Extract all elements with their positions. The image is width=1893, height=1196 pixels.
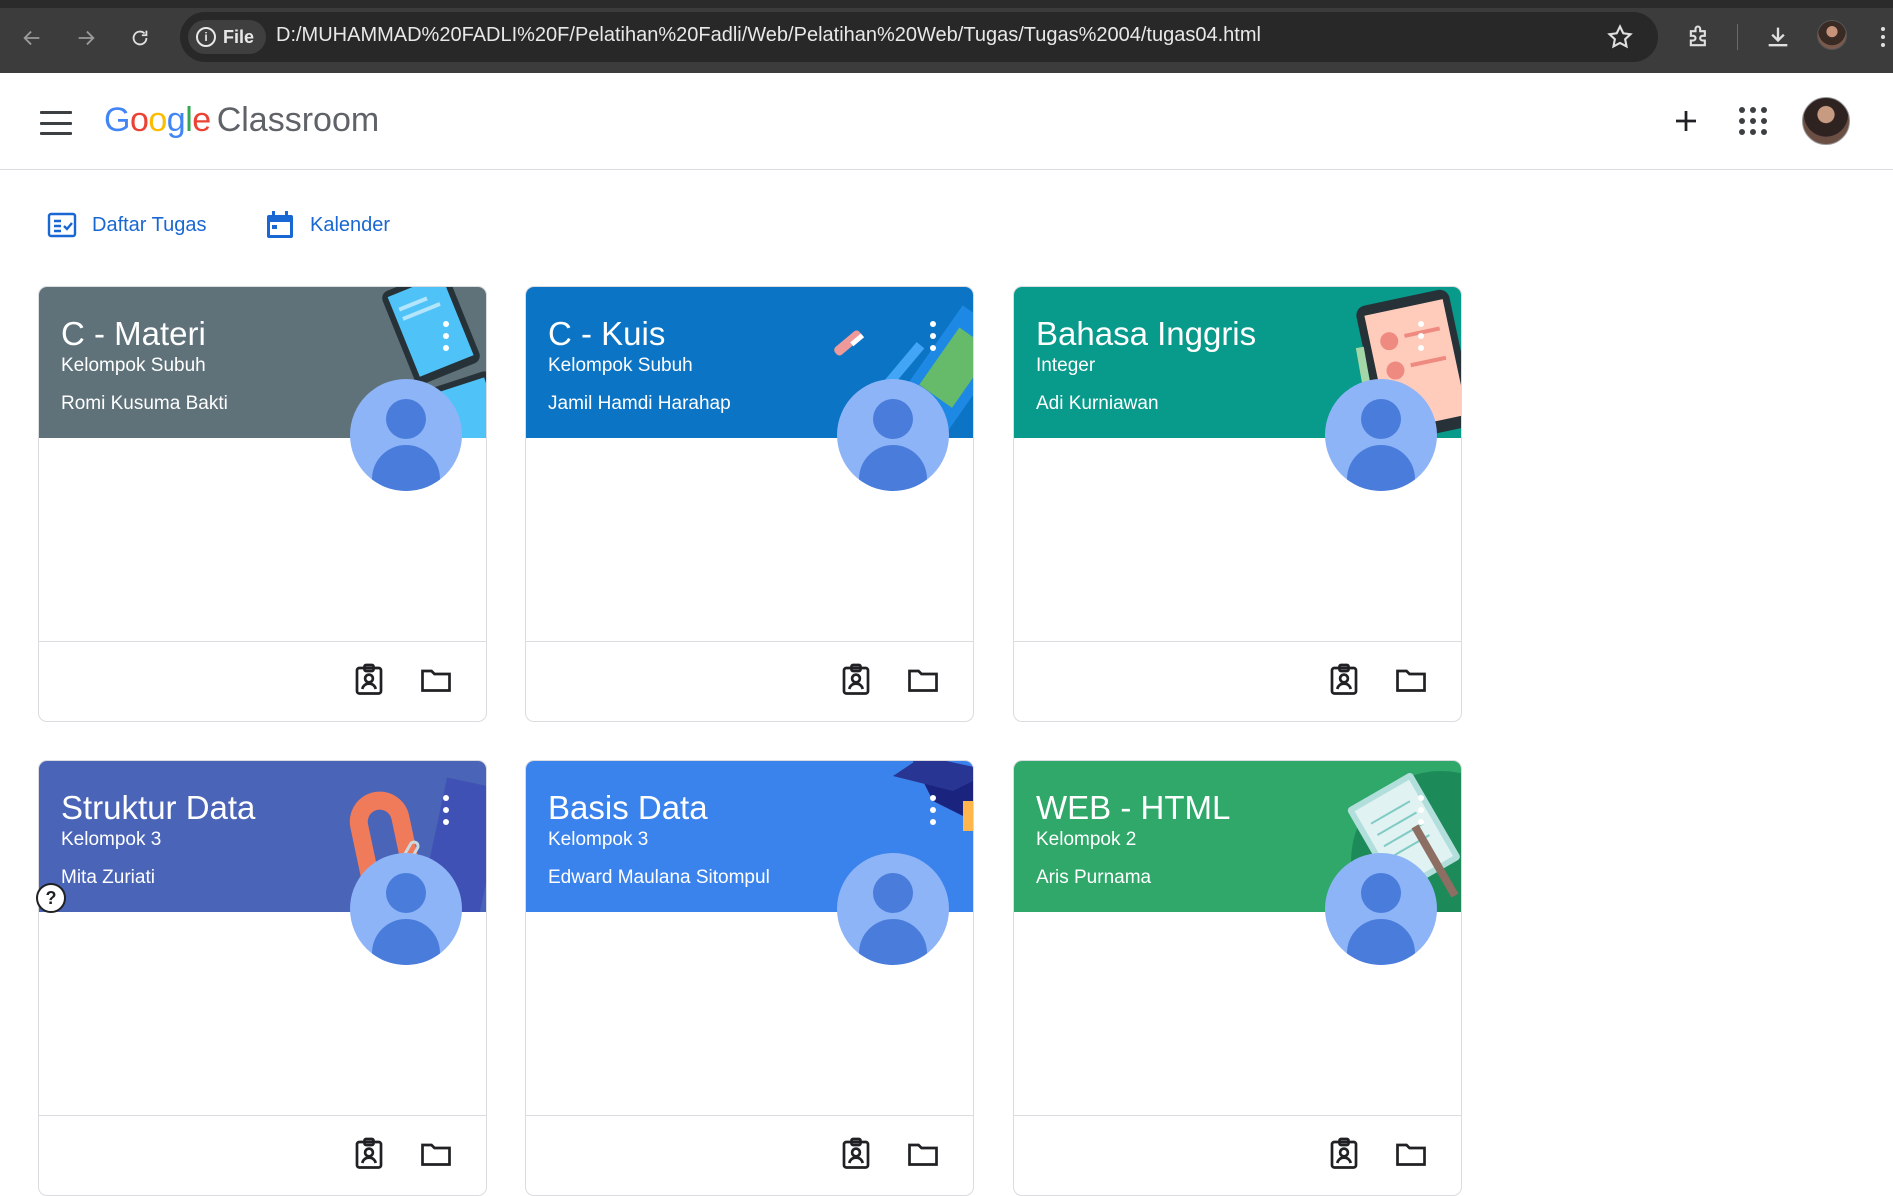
assignment-ind-icon[interactable] — [1326, 1136, 1362, 1172]
logo-product-text: Classroom — [216, 101, 380, 139]
todo-list-icon — [47, 212, 77, 238]
class-card[interactable]: C - Kuis Kelompok Subuh Jamil Hamdi Hara… — [525, 286, 974, 722]
assignment-ind-icon[interactable] — [1326, 662, 1362, 698]
class-title[interactable]: WEB - HTML — [1036, 789, 1230, 827]
more-options-icon[interactable] — [1415, 321, 1427, 351]
help-icon[interactable]: ? — [36, 883, 66, 913]
class-card-footer — [526, 641, 973, 721]
google-apps-icon[interactable] — [1731, 99, 1775, 143]
calendar-icon — [267, 211, 293, 238]
class-section[interactable]: Kelompok Subuh — [61, 355, 206, 377]
more-options-icon[interactable] — [440, 795, 452, 825]
teacher-avatar — [837, 853, 949, 965]
class-card-footer — [39, 641, 486, 721]
class-title[interactable]: C - Kuis — [548, 315, 665, 353]
logo-google-text: Google — [104, 101, 211, 140]
calendar-label: Kalender — [310, 213, 391, 236]
info-icon: i — [196, 27, 216, 47]
logo-letter: g — [166, 101, 186, 139]
class-teacher[interactable]: Mita Zuriati — [61, 867, 155, 889]
class-section[interactable]: Kelompok 2 — [1036, 829, 1136, 851]
forward-icon[interactable] — [70, 22, 102, 54]
more-options-icon[interactable] — [927, 321, 939, 351]
download-icon[interactable] — [1761, 20, 1795, 54]
bookmark-star-icon[interactable] — [1606, 23, 1634, 51]
class-teacher[interactable]: Romi Kusuma Bakti — [61, 393, 228, 415]
class-teacher[interactable]: Jamil Hamdi Harahap — [548, 393, 731, 415]
class-title[interactable]: Bahasa Inggris — [1036, 315, 1256, 353]
folder-icon[interactable] — [1393, 662, 1429, 698]
class-card[interactable]: Struktur Data Kelompok 3 Mita Zuriati — [38, 760, 487, 1196]
class-title[interactable]: C - Materi — [61, 315, 206, 353]
assignment-ind-icon[interactable] — [351, 662, 387, 698]
url-text[interactable]: D:/MUHAMMAD%20FADLI%20F/Pelatihan%20Fadl… — [276, 24, 1261, 47]
teacher-avatar — [1325, 379, 1437, 491]
teacher-avatar — [350, 853, 462, 965]
more-options-icon[interactable] — [440, 321, 452, 351]
logo-letter: o — [129, 101, 149, 139]
class-card[interactable]: Basis Data Kelompok 3 Edward Maulana Sit… — [525, 760, 974, 1196]
browser-menu-icon[interactable] — [1873, 20, 1893, 54]
folder-icon[interactable] — [418, 662, 454, 698]
site-info-chip[interactable]: i File — [188, 20, 267, 54]
assignment-ind-icon[interactable] — [351, 1136, 387, 1172]
reload-icon[interactable] — [124, 22, 156, 54]
class-title[interactable]: Struktur Data — [61, 789, 255, 827]
class-section[interactable]: Integer — [1036, 355, 1095, 377]
address-bar[interactable]: i File D:/MUHAMMAD%20FADLI%20F/Pelatihan… — [180, 12, 1658, 62]
toolbar-divider — [1737, 24, 1738, 50]
class-section[interactable]: Kelompok Subuh — [548, 355, 693, 377]
add-class-icon[interactable] — [1664, 99, 1708, 143]
class-card-footer — [39, 1115, 486, 1195]
teacher-avatar — [1325, 853, 1437, 965]
folder-icon[interactable] — [905, 662, 941, 698]
browser-toolbar: i File D:/MUHAMMAD%20FADLI%20F/Pelatihan… — [0, 0, 1893, 73]
app-header: Google Classroom — [0, 73, 1893, 170]
class-card[interactable]: Bahasa Inggris Integer Adi Kurniawan — [1013, 286, 1462, 722]
logo-letter: o — [148, 101, 167, 139]
todo-label: Daftar Tugas — [92, 213, 207, 236]
calendar-link[interactable]: Kalender — [264, 208, 390, 242]
class-card-footer — [526, 1115, 973, 1195]
main-menu-icon[interactable] — [40, 111, 72, 135]
browser-profile-avatar[interactable] — [1817, 20, 1847, 50]
class-teacher[interactable]: Aris Purnama — [1036, 867, 1151, 889]
class-card[interactable]: C - Materi Kelompok Subuh Romi Kusuma Ba… — [38, 286, 487, 722]
class-card[interactable]: WEB - HTML Kelompok 2 Aris Purnama — [1013, 760, 1462, 1196]
class-teacher[interactable]: Edward Maulana Sitompul — [548, 867, 770, 889]
class-section[interactable]: Kelompok 3 — [61, 829, 161, 851]
user-avatar[interactable] — [1802, 97, 1850, 145]
teacher-avatar — [350, 379, 462, 491]
more-options-icon[interactable] — [1415, 795, 1427, 825]
folder-icon[interactable] — [905, 1136, 941, 1172]
class-card-footer — [1014, 1115, 1461, 1195]
google-classroom-logo[interactable]: Google Classroom — [104, 101, 379, 140]
todo-link[interactable]: Daftar Tugas — [46, 208, 207, 242]
site-chip-label: File — [223, 26, 255, 47]
logo-letter: e — [192, 101, 211, 139]
class-card-footer — [1014, 641, 1461, 721]
class-section[interactable]: Kelompok 3 — [548, 829, 648, 851]
extensions-icon[interactable] — [1682, 20, 1716, 54]
class-title[interactable]: Basis Data — [548, 789, 708, 827]
tab-strip — [0, 0, 1893, 8]
assignment-ind-icon[interactable] — [838, 662, 874, 698]
logo-letter: G — [104, 101, 130, 139]
class-teacher[interactable]: Adi Kurniawan — [1036, 393, 1159, 415]
teacher-avatar — [837, 379, 949, 491]
folder-icon[interactable] — [418, 1136, 454, 1172]
more-options-icon[interactable] — [927, 795, 939, 825]
folder-icon[interactable] — [1393, 1136, 1429, 1172]
back-icon[interactable] — [16, 22, 48, 54]
assignment-ind-icon[interactable] — [838, 1136, 874, 1172]
